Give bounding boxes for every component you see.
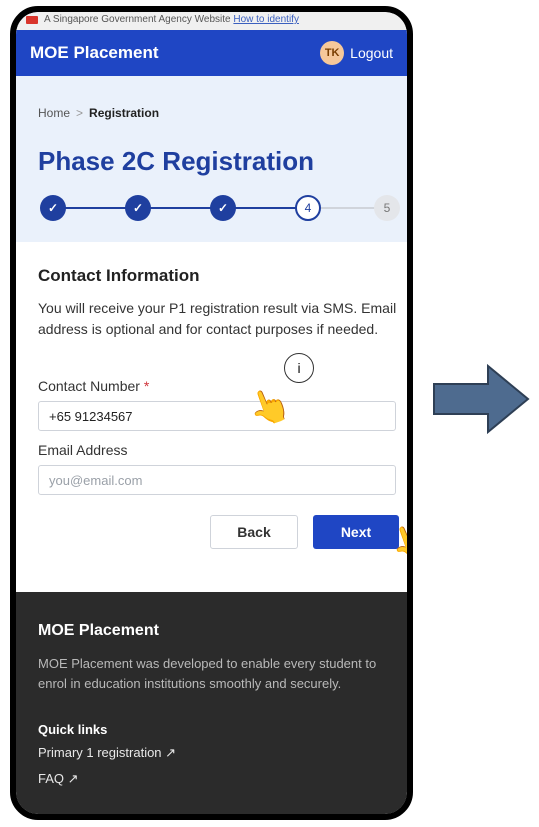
quick-links-title: Quick links [38,722,108,737]
stepper-line-done [53,207,308,209]
email-field[interactable] [38,465,396,495]
phone-screen: A Singapore Government Agency Website Ho… [16,12,407,814]
gov-banner-text: A Singapore Government Agency Website [44,14,231,25]
step-2-check-icon: ✓ [125,195,151,221]
gov-banner-link[interactable]: How to identify [233,14,299,25]
footer-link-p1-registration[interactable]: Primary 1 registration ↗ [38,745,385,761]
step-5-pending: 5 [374,195,400,221]
form-description: You will receive your P1 registration re… [38,300,397,337]
step-3-check-icon: ✓ [210,195,236,221]
top-navbar: MOE Placement TK Logout [16,30,407,76]
required-mark: * [143,378,150,394]
page-header: Home > Registration Phase 2C Registratio… [16,76,407,242]
footer-title: MOE Placement [38,622,159,639]
logout-link[interactable]: Logout [350,45,393,61]
back-button[interactable]: Back [210,515,298,549]
email-address-label: Email Address [38,442,128,458]
progress-stepper: ✓ ✓ ✓ 4 5 [40,195,400,221]
footer-link-faq[interactable]: FAQ ↗ [38,771,385,787]
breadcrumb-current: Registration [89,106,160,120]
page-title: Phase 2C Registration [38,146,314,176]
next-screen-arrow-icon [433,363,530,435]
phone-frame: A Singapore Government Agency Website Ho… [10,6,413,820]
site-footer: MOE Placement MOE Placement was develope… [16,592,407,814]
contact-number-label-text: Contact Number [38,378,140,394]
footer-description: MOE Placement was developed to enable ev… [38,656,377,691]
step-4-current: 4 [295,195,321,221]
breadcrumb-separator-icon: > [76,106,84,120]
avatar[interactable]: TK [320,41,345,65]
breadcrumb: Home > Registration [38,106,159,120]
breadcrumb-home[interactable]: Home [38,106,70,120]
singapore-flag-icon [26,16,38,24]
brand-name[interactable]: MOE Placement [30,43,320,63]
annotation-marker-1: i [284,353,314,383]
gov-banner: A Singapore Government Agency Website Ho… [16,12,407,32]
section-title: Contact Information [38,266,200,285]
contact-number-label: Contact Number * [38,378,149,394]
step-1-check-icon: ✓ [40,195,66,221]
contact-number-field[interactable] [38,401,396,431]
